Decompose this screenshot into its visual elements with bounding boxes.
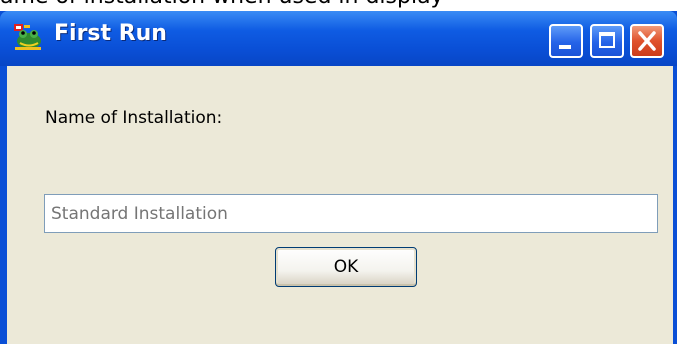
dialog-client-area: Name of Installation: OK [7, 66, 673, 344]
title-bar[interactable]: First Run [0, 11, 677, 66]
frog-app-icon [14, 24, 41, 50]
first-run-window: First Run Name of Installation: OK [0, 11, 677, 344]
window-title: First Run [54, 21, 167, 46]
maximize-button[interactable] [590, 24, 624, 58]
close-icon [638, 31, 656, 51]
minimize-icon [559, 45, 571, 49]
minimize-button[interactable] [549, 24, 583, 58]
maximize-icon [599, 32, 615, 48]
background-partial-text: ame of installation when used in display [0, 0, 444, 9]
close-button[interactable] [630, 24, 664, 58]
installation-name-input[interactable] [44, 194, 658, 233]
ok-button[interactable]: OK [275, 247, 417, 287]
installation-name-label: Name of Installation: [45, 108, 223, 128]
